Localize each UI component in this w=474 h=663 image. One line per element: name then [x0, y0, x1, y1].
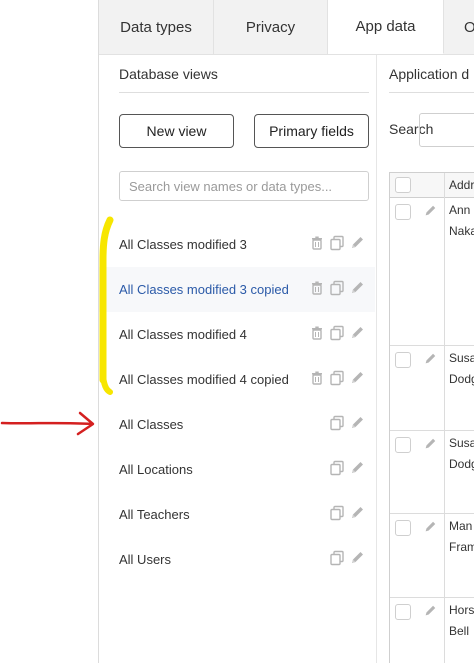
table-cell: Bell: [449, 624, 470, 638]
pencil-icon[interactable]: [349, 415, 365, 431]
data-search-input[interactable]: [419, 113, 474, 147]
tab-app-data[interactable]: App data: [328, 0, 444, 54]
copy-icon[interactable]: [329, 505, 345, 521]
pencil-icon[interactable]: [423, 520, 437, 534]
row-checkbox[interactable]: [395, 204, 411, 220]
copy-icon[interactable]: [329, 550, 345, 566]
data-table: Addr Ann Naka Susa Dodg Susa Dodg Man Fr…: [389, 172, 474, 663]
pencil-icon[interactable]: [349, 370, 365, 386]
tab-data-types[interactable]: Data types: [99, 0, 214, 54]
table-cell: Man: [449, 519, 473, 533]
copy-icon[interactable]: [329, 280, 345, 296]
tab-label: O: [464, 18, 474, 36]
table-header: Addr: [390, 173, 474, 198]
tab-privacy[interactable]: Privacy: [214, 0, 328, 54]
divider: [119, 92, 369, 93]
list-item[interactable]: All Classes modified 3 copied: [99, 267, 375, 312]
table-cell: Susa: [449, 436, 474, 450]
tab-label: Data types: [120, 18, 192, 36]
pencil-icon[interactable]: [423, 352, 437, 366]
row-checkbox[interactable]: [395, 520, 411, 536]
left-margin: [0, 0, 98, 663]
row-checkbox[interactable]: [395, 437, 411, 453]
table-cell: Ann: [449, 203, 471, 217]
copy-icon[interactable]: [329, 370, 345, 386]
views-list: All Classes modified 3 All Classes modif…: [99, 222, 375, 582]
view-name: All Users: [119, 552, 172, 567]
pencil-icon[interactable]: [423, 604, 437, 618]
view-name: All Classes modified 4: [119, 327, 247, 342]
pencil-icon[interactable]: [349, 280, 365, 296]
row-checkbox[interactable]: [395, 352, 411, 368]
list-item[interactable]: All Classes modified 4 copied: [99, 357, 375, 402]
pencil-icon[interactable]: [349, 325, 365, 341]
pencil-icon[interactable]: [349, 235, 365, 251]
new-view-button[interactable]: New view: [119, 114, 234, 148]
pencil-icon[interactable]: [423, 437, 437, 451]
pencil-icon[interactable]: [423, 204, 437, 218]
pencil-icon[interactable]: [349, 460, 365, 476]
application-data-panel: Application d Search Addr Ann Naka Susa …: [377, 55, 474, 663]
row-checkbox[interactable]: [395, 604, 411, 620]
select-all-checkbox[interactable]: [395, 177, 411, 193]
tab-label: App data: [355, 18, 416, 35]
table-cell: Naka: [449, 224, 474, 238]
divider: [389, 92, 474, 93]
view-name: All Classes: [119, 417, 184, 432]
copy-icon[interactable]: [329, 460, 345, 476]
view-name: All Classes modified 4 copied: [119, 372, 289, 387]
divider: [390, 513, 474, 514]
column-header: Addr: [449, 178, 474, 192]
copy-icon[interactable]: [329, 325, 345, 341]
trash-icon[interactable]: [309, 370, 325, 386]
list-item[interactable]: All Classes modified 3: [99, 222, 375, 267]
view-name: All Classes modified 3 copied: [119, 282, 289, 297]
trash-icon[interactable]: [309, 280, 325, 296]
list-item[interactable]: All Locations: [99, 447, 375, 492]
view-name: All Teachers: [119, 507, 190, 522]
divider: [390, 345, 474, 346]
tab-label: Privacy: [245, 18, 296, 36]
tab-other[interactable]: O: [444, 0, 474, 54]
pencil-icon[interactable]: [349, 505, 365, 521]
list-item[interactable]: All Users: [99, 537, 375, 582]
trash-icon[interactable]: [309, 235, 325, 251]
table-cell: Hors: [449, 603, 474, 617]
tab-bar: Data types Privacy App data O: [99, 0, 474, 55]
list-item[interactable]: All Classes: [99, 402, 375, 447]
divider: [444, 173, 445, 663]
table-cell: Susa: [449, 351, 474, 365]
table-cell: Fram: [449, 540, 474, 554]
divider: [390, 430, 474, 431]
view-search-input[interactable]: [119, 171, 369, 201]
list-item[interactable]: All Classes modified 4: [99, 312, 375, 357]
view-name: All Classes modified 3: [119, 237, 247, 252]
pencil-icon[interactable]: [349, 550, 365, 566]
table-cell: Dodg: [449, 372, 474, 386]
section-title: Database views: [119, 66, 218, 82]
divider: [390, 597, 474, 598]
copy-icon[interactable]: [329, 235, 345, 251]
table-cell: Dodg: [449, 457, 474, 471]
database-views-panel: Database views New view Primary fields A…: [99, 55, 375, 663]
section-title: Application d: [389, 66, 470, 82]
view-name: All Locations: [119, 462, 193, 477]
trash-icon[interactable]: [309, 325, 325, 341]
primary-fields-button[interactable]: Primary fields: [254, 114, 369, 148]
copy-icon[interactable]: [329, 415, 345, 431]
list-item[interactable]: All Teachers: [99, 492, 375, 537]
